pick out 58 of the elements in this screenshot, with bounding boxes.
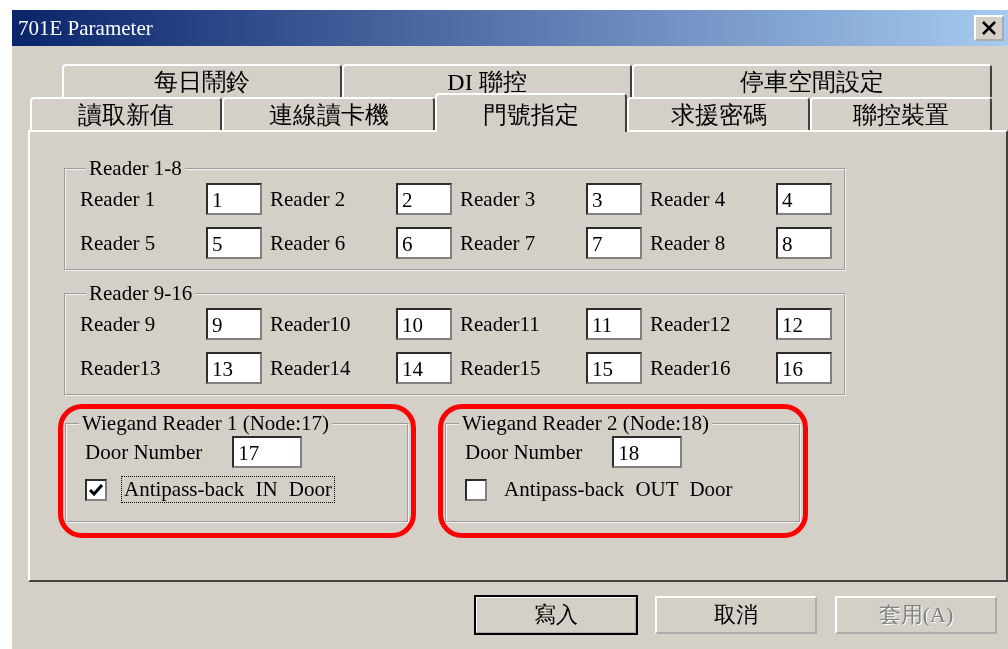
- checkbox[interactable]: [465, 478, 487, 501]
- tab[interactable]: 求援密碼: [627, 97, 810, 130]
- tab[interactable]: 聯控裝置: [810, 97, 992, 130]
- input-field[interactable]: 18: [612, 436, 683, 468]
- field-label: Door Number: [85, 439, 203, 465]
- input-field[interactable]: 2: [396, 183, 452, 215]
- input-field[interactable]: 15: [586, 352, 642, 384]
- field-label: Reader10: [270, 311, 352, 337]
- checkbox-label[interactable]: Antipass-back IN Door: [121, 476, 335, 503]
- field-label: Door Number: [465, 439, 583, 465]
- tab[interactable]: 讀取新值: [30, 97, 222, 130]
- group-title: Wiegand Reader 1 (Node:17): [81, 411, 330, 436]
- input-field[interactable]: 11: [586, 308, 642, 340]
- input-field[interactable]: 14: [396, 352, 452, 384]
- checkbox[interactable]: [85, 478, 107, 501]
- input-field[interactable]: 10: [396, 308, 452, 340]
- close-button[interactable]: [974, 15, 1004, 41]
- field-label: Reader13: [80, 355, 162, 381]
- tab[interactable]: 門號指定: [435, 93, 627, 132]
- input-field[interactable]: 5: [206, 227, 262, 259]
- group-title: Reader 1-8: [88, 156, 183, 181]
- field-label: Reader 1: [80, 186, 157, 212]
- field-label: Reader 5: [80, 230, 157, 256]
- group-title: Wiegand Reader 2 (Node:18): [461, 411, 710, 436]
- tab[interactable]: 每日鬧鈴: [62, 64, 342, 97]
- field-label: Reader 4: [650, 186, 727, 212]
- field-label: Reader 9: [80, 311, 157, 337]
- field-label: Reader15: [460, 355, 542, 381]
- dialog-button[interactable]: 取消: [655, 596, 817, 634]
- tab[interactable]: 停車空間設定: [632, 64, 992, 97]
- checkbox-label[interactable]: Antipass-back OUT Door: [501, 476, 736, 503]
- field-label: Reader12: [650, 311, 732, 337]
- input-field[interactable]: 4: [776, 183, 832, 215]
- field-label: Reader11: [460, 311, 541, 337]
- input-field[interactable]: 16: [776, 352, 832, 384]
- dialog-button[interactable]: 寫入: [475, 596, 637, 634]
- input-field[interactable]: 6: [396, 227, 452, 259]
- field-label: Reader 6: [270, 230, 347, 256]
- field-label: Reader 3: [460, 186, 537, 212]
- input-field[interactable]: 1: [206, 183, 262, 215]
- tab[interactable]: 連線讀卡機: [222, 97, 435, 130]
- input-field[interactable]: 3: [586, 183, 642, 215]
- close-icon: [981, 21, 997, 35]
- field-label: Reader 8: [650, 230, 727, 256]
- field-label: Reader 2: [270, 186, 347, 212]
- window-title: 701E Parameter: [18, 15, 153, 41]
- group-title: Reader 9-16: [88, 281, 194, 306]
- field-label: Reader14: [270, 355, 352, 381]
- field-label: Reader 7: [460, 230, 537, 256]
- input-field[interactable]: 12: [776, 308, 832, 340]
- input-field[interactable]: 13: [206, 352, 262, 384]
- tab[interactable]: DI 聯控: [342, 64, 632, 97]
- input-field[interactable]: 9: [206, 308, 262, 340]
- input-field[interactable]: 17: [232, 436, 303, 468]
- check-icon: [89, 483, 103, 496]
- field-label: Reader16: [650, 355, 732, 381]
- input-field[interactable]: 8: [776, 227, 832, 259]
- input-field[interactable]: 7: [586, 227, 642, 259]
